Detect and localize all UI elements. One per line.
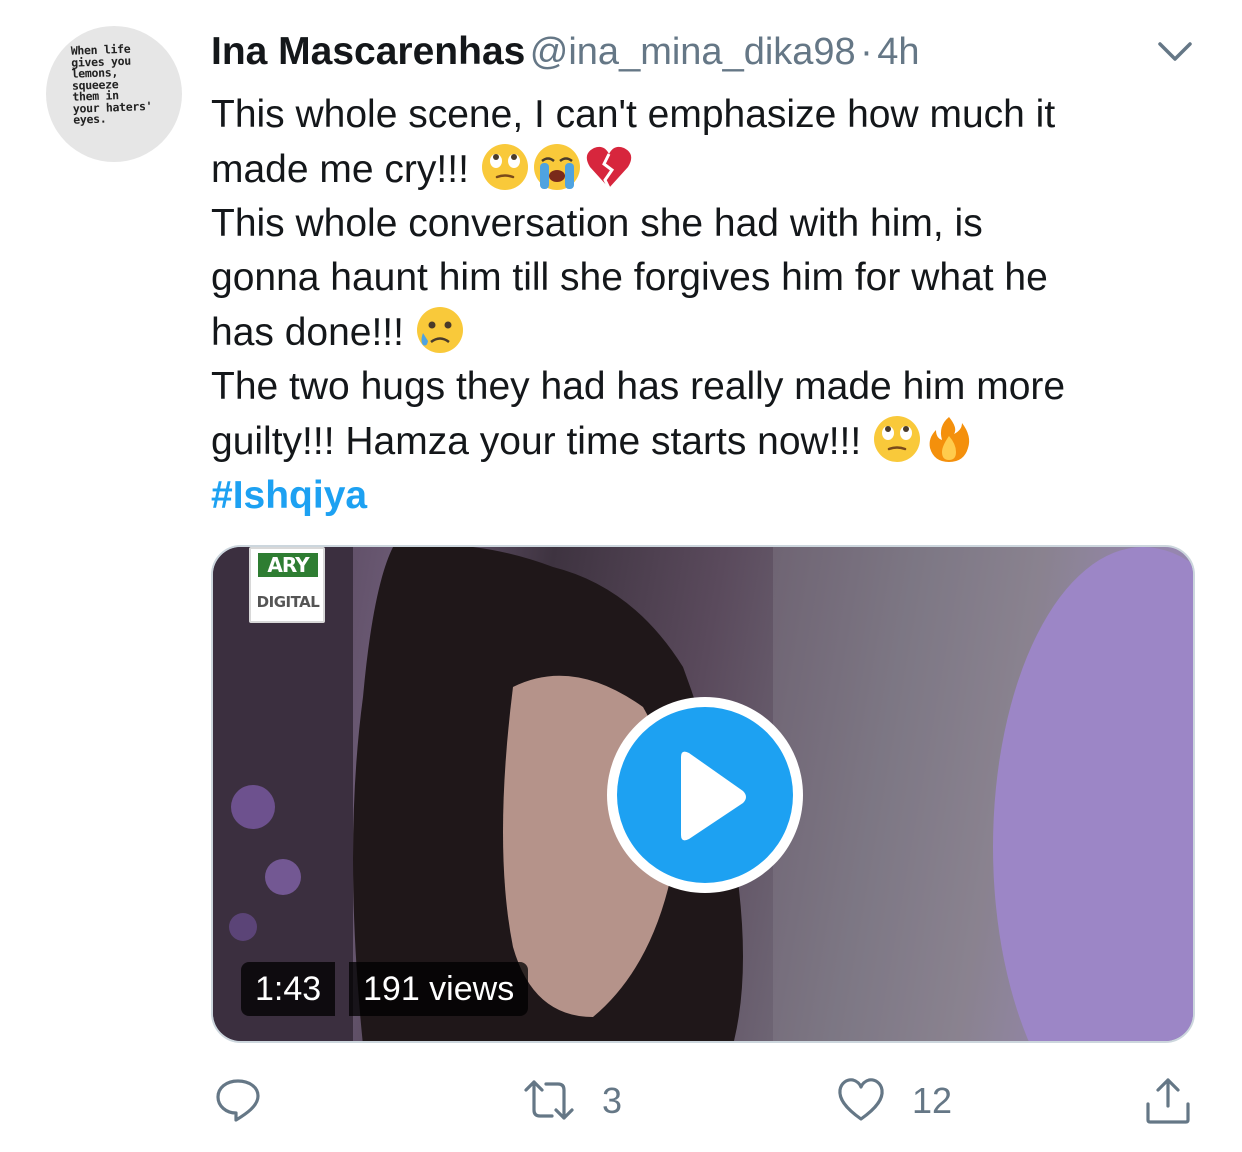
channel-logo: ARY DIGITAL — [249, 547, 325, 623]
tweet-line: This whole conversation she had with him… — [211, 202, 983, 245]
display-name[interactable]: Ina Mascarenhas — [211, 30, 525, 73]
reply-button[interactable] — [214, 1070, 264, 1130]
avatar-text: When life gives you lemons, squeeze them… — [70, 41, 153, 127]
like-count: 12 — [912, 1080, 953, 1121]
view-count: 191 views — [349, 962, 529, 1016]
logo-bottom-text: DIGITAL — [256, 593, 320, 611]
eye-roll-emoji — [481, 144, 528, 190]
tweet-line-text: made me cry!!! — [211, 148, 480, 191]
retweet-icon — [524, 1080, 574, 1120]
logo-top-text: ARY — [258, 553, 318, 577]
tweet-line-with-emoji: guilty!!! Hamza your time starts now!!! — [211, 414, 1201, 469]
like-icon — [838, 1078, 884, 1121]
retweet-count: 3 — [602, 1080, 623, 1121]
tweet-header: Ina Mascarenhas @ina_mina_dika98 · 4h — [211, 30, 1151, 80]
video-duration: 1:43 — [241, 962, 336, 1016]
eye-roll-emoji — [874, 416, 921, 462]
user-handle[interactable]: @ina_mina_dika98 — [530, 31, 856, 73]
retweet-button[interactable]: 3 — [522, 1070, 642, 1130]
tweet-line: gonna haunt him till she forgives him fo… — [211, 256, 1048, 299]
play-icon[interactable] — [603, 693, 807, 897]
crying-emoji — [533, 144, 580, 190]
action-bar: 3 12 — [0, 1070, 1242, 1130]
tweet-line: This whole scene, I can't emphasize how … — [211, 93, 1056, 136]
timestamp[interactable]: 4h — [877, 31, 919, 73]
tweet-line: The two hugs they had has really made hi… — [211, 365, 1066, 408]
reply-icon — [216, 1079, 260, 1122]
fire-emoji — [929, 417, 970, 462]
sad-tear-emoji — [416, 307, 463, 353]
tweet-line-with-emoji: has done!!! — [211, 305, 1201, 360]
separator: · — [860, 31, 873, 73]
share-icon — [1146, 1078, 1190, 1124]
tweet-line-text: has done!!! — [211, 311, 415, 354]
chevron-down-icon[interactable] — [1156, 38, 1194, 66]
tweet-text: This whole scene, I can't emphasize how … — [211, 88, 1201, 523]
like-button[interactable]: 12 — [836, 1070, 986, 1130]
share-button[interactable] — [1144, 1070, 1194, 1130]
broken-heart-emoji — [586, 146, 631, 189]
video-player[interactable]: ARY DIGITAL 1:43 191 views — [211, 545, 1195, 1043]
tweet-line-text: guilty!!! Hamza your time starts now!!! — [211, 420, 873, 463]
hashtag-link[interactable]: #Ishqiya — [211, 469, 1201, 523]
avatar[interactable]: When life gives you lemons, squeeze them… — [46, 26, 182, 162]
tweet-line-with-emoji: made me cry!!! — [211, 142, 1201, 197]
